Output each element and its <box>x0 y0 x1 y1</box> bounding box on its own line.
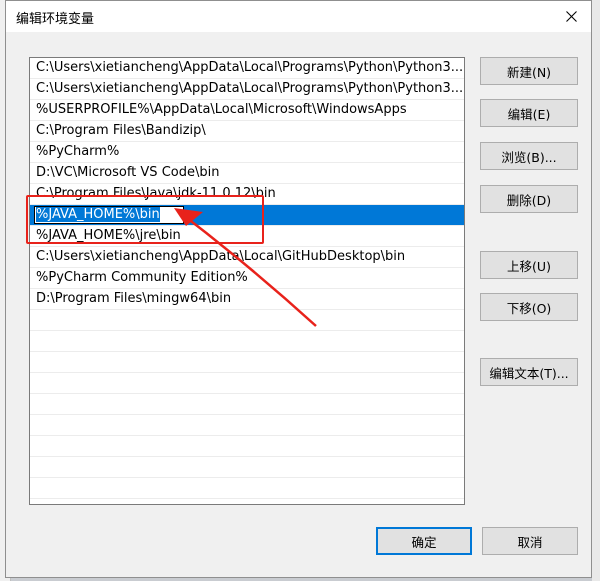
empty-row[interactable] <box>30 478 464 499</box>
path-list-item[interactable]: C:\Users\xietiancheng\AppData\Local\GitH… <box>30 247 464 268</box>
edit-button[interactable]: 编辑(E) <box>480 99 578 127</box>
path-text: %USERPROFILE%\AppData\Local\Microsoft\Wi… <box>36 102 407 117</box>
empty-row[interactable] <box>30 394 464 415</box>
path-list-item[interactable]: C:\Users\xietiancheng\AppData\Local\Prog… <box>30 58 464 79</box>
ok-button[interactable]: 确定 <box>376 527 472 555</box>
empty-row[interactable] <box>30 373 464 394</box>
path-list-item[interactable]: C:\Program Files\Bandizip\ <box>30 121 464 142</box>
annotation-highlight-box <box>26 195 264 244</box>
edit-environment-variable-dialog: 编辑环境变量 C:\Users\xietiancheng\AppData\Loc… <box>5 0 592 578</box>
move-down-button[interactable]: 下移(O) <box>480 293 578 321</box>
path-text: %PyCharm Community Edition% <box>36 270 248 285</box>
empty-row[interactable] <box>30 436 464 457</box>
background-window-right <box>592 0 600 581</box>
path-list-item[interactable]: %USERPROFILE%\AppData\Local\Microsoft\Wi… <box>30 100 464 121</box>
delete-button[interactable]: 删除(D) <box>480 185 578 213</box>
browse-button[interactable]: 浏览(B)... <box>480 142 578 170</box>
path-list[interactable]: C:\Users\xietiancheng\AppData\Local\Prog… <box>29 57 465 505</box>
path-list-item[interactable]: D:\VC\Microsoft VS Code\bin <box>30 163 464 184</box>
path-text: C:\Users\xietiancheng\AppData\Local\Prog… <box>36 60 464 75</box>
new-button[interactable]: 新建(N) <box>480 57 578 85</box>
path-list-item[interactable]: %PyCharm Community Edition% <box>30 268 464 289</box>
move-up-button[interactable]: 上移(U) <box>480 251 578 279</box>
path-list-item[interactable]: C:\Users\xietiancheng\AppData\Local\Prog… <box>30 79 464 100</box>
close-button[interactable] <box>551 1 591 32</box>
dialog-title: 编辑环境变量 <box>16 12 95 27</box>
path-text: C:\Program Files\Bandizip\ <box>36 123 206 138</box>
path-list-item[interactable]: %PyCharm% <box>30 142 464 163</box>
empty-row[interactable] <box>30 352 464 373</box>
empty-row[interactable] <box>30 415 464 436</box>
close-icon <box>565 11 577 22</box>
title-bar: 编辑环境变量 <box>6 1 591 32</box>
cancel-button[interactable]: 取消 <box>482 527 578 555</box>
path-text: D:\VC\Microsoft VS Code\bin <box>36 165 220 180</box>
empty-row[interactable] <box>30 310 464 331</box>
path-text: C:\Users\xietiancheng\AppData\Local\Prog… <box>36 81 464 96</box>
edit-text-button[interactable]: 编辑文本(T)... <box>480 358 578 386</box>
path-list-item[interactable]: D:\Program Files\mingw64\bin <box>30 289 464 310</box>
path-text: %PyCharm% <box>36 144 120 159</box>
empty-row[interactable] <box>30 331 464 352</box>
path-text: C:\Users\xietiancheng\AppData\Local\GitH… <box>36 249 406 264</box>
empty-row[interactable] <box>30 457 464 478</box>
path-text: D:\Program Files\mingw64\bin <box>36 291 232 306</box>
